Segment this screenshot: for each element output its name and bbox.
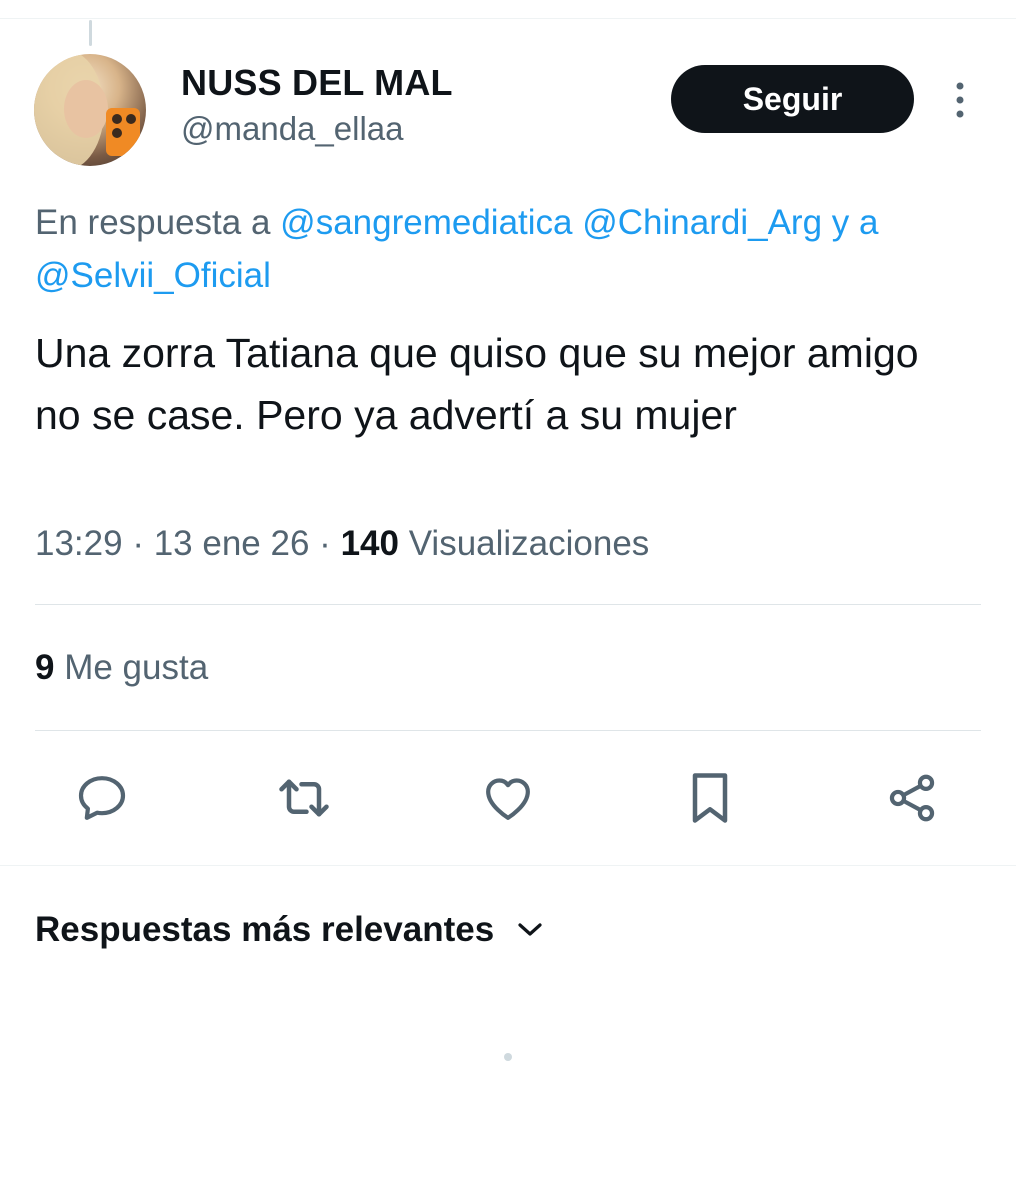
likes-stat[interactable]: 9 Me gusta (35, 648, 208, 688)
reply-connector: y a (831, 203, 879, 242)
retweet-button[interactable] (274, 768, 334, 828)
reply-icon (78, 776, 126, 820)
bookmark-button[interactable] (680, 768, 740, 828)
mention-link[interactable]: @Chinardi_Arg (582, 203, 822, 242)
follow-button[interactable]: Seguir (671, 65, 914, 133)
chevron-down-icon (518, 923, 542, 936)
separator-dot: · (132, 524, 154, 563)
thread-connector-line (89, 20, 92, 46)
tweet-date[interactable]: 13 ene 26 (154, 524, 310, 563)
retweet-icon (279, 779, 329, 817)
loading-indicator (504, 1053, 512, 1061)
more-options-icon[interactable] (948, 80, 972, 120)
replies-sort-label: Respuestas más relevantes (35, 910, 495, 949)
mention-link[interactable]: @sangremediatica (280, 203, 572, 242)
likes-count: 9 (35, 648, 55, 687)
tweet-metadata: 13:29 · 13 ene 26 · 140 Visualizaciones (35, 524, 649, 564)
tweet-detail-page: NUSS DEL MAL @manda_ellaa Seguir En resp… (0, 0, 1016, 1200)
heart-icon (486, 778, 530, 820)
views-count: 140 (340, 524, 399, 563)
bookmark-icon (692, 773, 728, 823)
replies-sort-dropdown[interactable]: Respuestas más relevantes (35, 910, 544, 950)
likes-label: Me gusta (64, 648, 209, 687)
separator-dot: · (319, 524, 341, 563)
author-display-name[interactable]: NUSS DEL MAL (181, 62, 453, 104)
share-button[interactable] (882, 768, 942, 828)
tweet-time[interactable]: 13:29 (35, 524, 123, 563)
top-divider (0, 18, 1016, 19)
author-handle[interactable]: @manda_ellaa (181, 110, 403, 148)
mention-link[interactable]: @Selvii_Oficial (35, 256, 271, 295)
reply-prefix: En respuesta a (35, 203, 271, 242)
divider (0, 865, 1016, 866)
share-icon (889, 774, 935, 822)
tweet-text: Una zorra Tatiana que quiso que su mejor… (35, 330, 919, 438)
divider (35, 730, 981, 731)
divider (35, 604, 981, 605)
reply-button[interactable] (72, 768, 132, 828)
views-label: Visualizaciones (408, 524, 650, 563)
like-button[interactable] (478, 768, 538, 828)
reply-context: En respuesta a @sangremediatica @Chinard… (35, 196, 985, 302)
avatar[interactable] (34, 54, 146, 166)
